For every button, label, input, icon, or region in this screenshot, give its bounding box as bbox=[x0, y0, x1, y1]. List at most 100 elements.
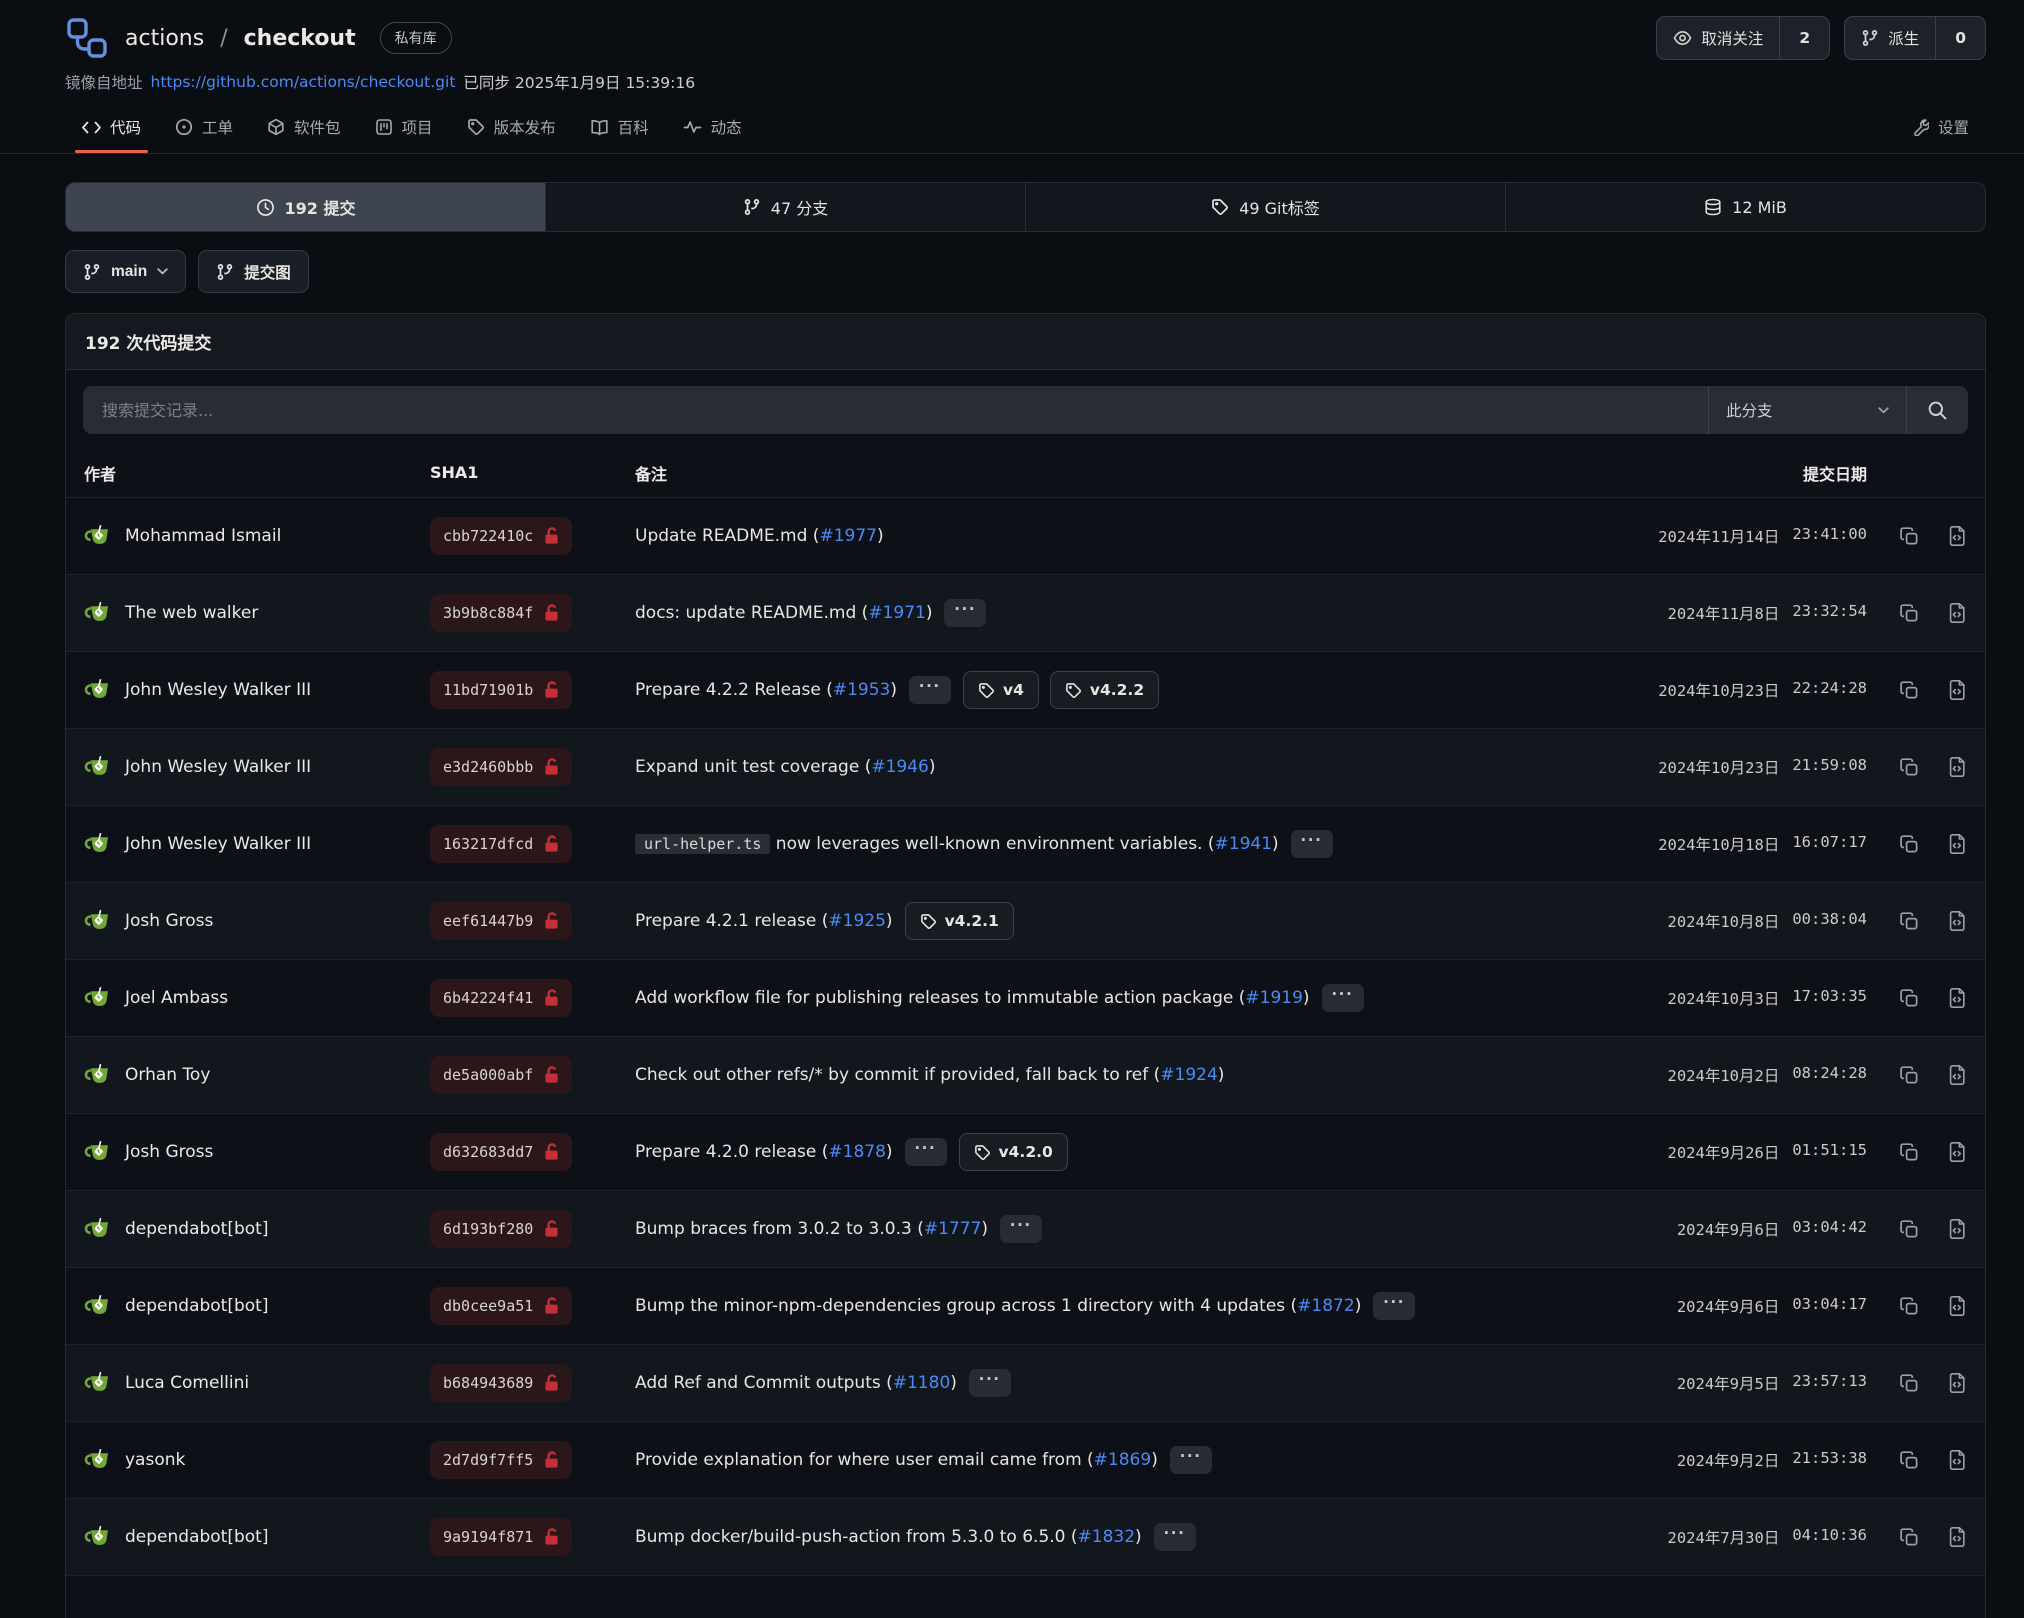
issue-link[interactable]: #1777 bbox=[924, 1219, 982, 1239]
commit-author-link[interactable]: Orhan Toy bbox=[125, 1065, 210, 1085]
expand-commit-body-button[interactable]: ··· bbox=[1373, 1292, 1415, 1320]
commit-author-link[interactable]: yasonk bbox=[125, 1450, 185, 1470]
issue-link[interactable]: #1941 bbox=[1215, 834, 1273, 854]
commit-author-link[interactable]: John Wesley Walker III bbox=[125, 757, 311, 777]
tab-wiki[interactable]: 百科 bbox=[573, 103, 666, 153]
commit-message[interactable]: Check out other refs/* by commit if prov… bbox=[635, 1065, 1224, 1085]
copy-sha-button[interactable] bbox=[1899, 1449, 1920, 1471]
commit-author-link[interactable]: John Wesley Walker III bbox=[125, 680, 311, 700]
fork-count[interactable]: 0 bbox=[1935, 17, 1985, 59]
commit-sha-badge[interactable]: b684943689 bbox=[430, 1364, 572, 1402]
fork-button[interactable]: 派生 0 bbox=[1844, 16, 1986, 60]
expand-commit-body-button[interactable]: ··· bbox=[1154, 1523, 1196, 1551]
commit-sha-badge[interactable]: 6b42224f41 bbox=[430, 979, 572, 1017]
issue-link[interactable]: #1869 bbox=[1094, 1450, 1152, 1470]
commit-message[interactable]: Add Ref and Commit outputs (#1180) bbox=[635, 1373, 957, 1393]
commit-sha-badge[interactable]: 2d7d9f7ff5 bbox=[430, 1441, 572, 1479]
tab-issues[interactable]: 工单 bbox=[158, 103, 250, 153]
watch-count[interactable]: 2 bbox=[1779, 17, 1829, 59]
commit-author-link[interactable]: dependabot[bot] bbox=[125, 1527, 268, 1547]
release-tag-button[interactable]: v4.2.1 bbox=[905, 902, 1014, 940]
view-file-at-commit-button[interactable] bbox=[1947, 602, 1967, 624]
issue-link[interactable]: #1971 bbox=[868, 603, 926, 623]
commit-sha-badge[interactable]: cbb722410c bbox=[430, 517, 572, 555]
issue-link[interactable]: #1924 bbox=[1160, 1065, 1218, 1085]
commit-message[interactable]: Add workflow file for publishing release… bbox=[635, 988, 1310, 1008]
issue-link[interactable]: #1946 bbox=[871, 757, 929, 777]
commit-message[interactable]: docs: update README.md (#1971) bbox=[635, 603, 932, 623]
view-file-at-commit-button[interactable] bbox=[1947, 1526, 1967, 1548]
issue-link[interactable]: #1925 bbox=[828, 911, 886, 931]
issue-link[interactable]: #1872 bbox=[1297, 1296, 1355, 1316]
expand-commit-body-button[interactable]: ··· bbox=[1291, 830, 1333, 858]
tab-releases[interactable]: 版本发布 bbox=[450, 103, 573, 153]
stat-commits[interactable]: 192 提交 bbox=[66, 183, 545, 231]
commit-message[interactable]: Prepare 4.2.2 Release (#1953) bbox=[635, 680, 897, 700]
commit-author-link[interactable]: John Wesley Walker III bbox=[125, 834, 311, 854]
release-tag-button[interactable]: v4 bbox=[963, 671, 1039, 709]
expand-commit-body-button[interactable]: ··· bbox=[1170, 1446, 1212, 1474]
commit-message[interactable]: Prepare 4.2.1 release (#1925) bbox=[635, 911, 893, 931]
view-file-at-commit-button[interactable] bbox=[1947, 987, 1967, 1009]
expand-commit-body-button[interactable]: ··· bbox=[969, 1369, 1011, 1397]
issue-link[interactable]: #1953 bbox=[833, 680, 891, 700]
search-button[interactable] bbox=[1906, 386, 1968, 434]
view-file-at-commit-button[interactable] bbox=[1947, 910, 1967, 932]
commit-message[interactable]: Provide explanation for where user email… bbox=[635, 1450, 1158, 1470]
commit-author-link[interactable]: Josh Gross bbox=[125, 911, 213, 931]
copy-sha-button[interactable] bbox=[1899, 679, 1920, 701]
view-file-at-commit-button[interactable] bbox=[1947, 679, 1967, 701]
tab-activity[interactable]: 动态 bbox=[666, 103, 759, 153]
issue-link[interactable]: #1180 bbox=[893, 1373, 951, 1393]
copy-sha-button[interactable] bbox=[1899, 756, 1920, 778]
view-file-at-commit-button[interactable] bbox=[1947, 756, 1967, 778]
commit-author-link[interactable]: Josh Gross bbox=[125, 1142, 213, 1162]
copy-sha-button[interactable] bbox=[1899, 910, 1920, 932]
commit-sha-badge[interactable]: 3b9b8c884f bbox=[430, 594, 572, 632]
copy-sha-button[interactable] bbox=[1899, 987, 1920, 1009]
commit-sha-badge[interactable]: 163217dfcd bbox=[430, 825, 572, 863]
commit-message[interactable]: url-helper.ts now leverages well-known e… bbox=[635, 834, 1279, 854]
release-tag-button[interactable]: v4.2.0 bbox=[959, 1133, 1068, 1171]
expand-commit-body-button[interactable]: ··· bbox=[905, 1138, 947, 1166]
repo-name-link[interactable]: checkout bbox=[244, 26, 356, 51]
commit-sha-badge[interactable]: 9a9194f871 bbox=[430, 1518, 572, 1556]
commit-sha-badge[interactable]: db0cee9a51 bbox=[430, 1287, 572, 1325]
view-file-at-commit-button[interactable] bbox=[1947, 1141, 1967, 1163]
commit-author-link[interactable]: The web walker bbox=[125, 603, 258, 623]
branch-selector[interactable]: main bbox=[65, 250, 186, 293]
issue-link[interactable]: #1919 bbox=[1245, 988, 1303, 1008]
copy-sha-button[interactable] bbox=[1899, 1372, 1920, 1394]
issue-link[interactable]: #1878 bbox=[828, 1142, 886, 1162]
copy-sha-button[interactable] bbox=[1899, 833, 1920, 855]
branch-filter-dropdown[interactable]: 此分支 bbox=[1708, 386, 1906, 434]
commit-message[interactable]: Update README.md (#1977) bbox=[635, 526, 884, 546]
stat-tags[interactable]: 49 Git标签 bbox=[1025, 183, 1505, 231]
commit-author-link[interactable]: Mohammad Ismail bbox=[125, 526, 281, 546]
tab-packages[interactable]: 软件包 bbox=[250, 103, 358, 153]
view-file-at-commit-button[interactable] bbox=[1947, 1064, 1967, 1086]
expand-commit-body-button[interactable]: ··· bbox=[909, 676, 951, 704]
commit-message[interactable]: Prepare 4.2.0 release (#1878) bbox=[635, 1142, 893, 1162]
copy-sha-button[interactable] bbox=[1899, 1526, 1920, 1548]
commit-author-link[interactable]: dependabot[bot] bbox=[125, 1219, 268, 1239]
copy-sha-button[interactable] bbox=[1899, 1141, 1920, 1163]
commit-message[interactable]: Bump braces from 3.0.2 to 3.0.3 (#1777) bbox=[635, 1219, 988, 1239]
expand-commit-body-button[interactable]: ··· bbox=[1000, 1215, 1042, 1243]
commit-sha-badge[interactable]: 11bd71901b bbox=[430, 671, 572, 709]
view-file-at-commit-button[interactable] bbox=[1947, 1295, 1967, 1317]
commit-author-link[interactable]: Luca Comellini bbox=[125, 1373, 249, 1393]
stat-branches[interactable]: 47 分支 bbox=[545, 183, 1025, 231]
issue-link[interactable]: #1977 bbox=[819, 526, 877, 546]
tab-code[interactable]: 代码 bbox=[65, 103, 158, 153]
expand-commit-body-button[interactable]: ··· bbox=[1322, 984, 1364, 1012]
mirror-url-link[interactable]: https://github.com/actions/checkout.git bbox=[151, 73, 456, 91]
commit-message[interactable]: Expand unit test coverage (#1946) bbox=[635, 757, 936, 777]
stat-size[interactable]: 12 MiB bbox=[1505, 183, 1985, 231]
commit-search-input[interactable] bbox=[83, 386, 1708, 434]
commit-graph-button[interactable]: 提交图 bbox=[198, 250, 309, 293]
commit-sha-badge[interactable]: 6d193bf280 bbox=[430, 1210, 572, 1248]
tab-settings[interactable]: 设置 bbox=[1894, 103, 1986, 153]
view-file-at-commit-button[interactable] bbox=[1947, 1449, 1967, 1471]
copy-sha-button[interactable] bbox=[1899, 525, 1920, 547]
